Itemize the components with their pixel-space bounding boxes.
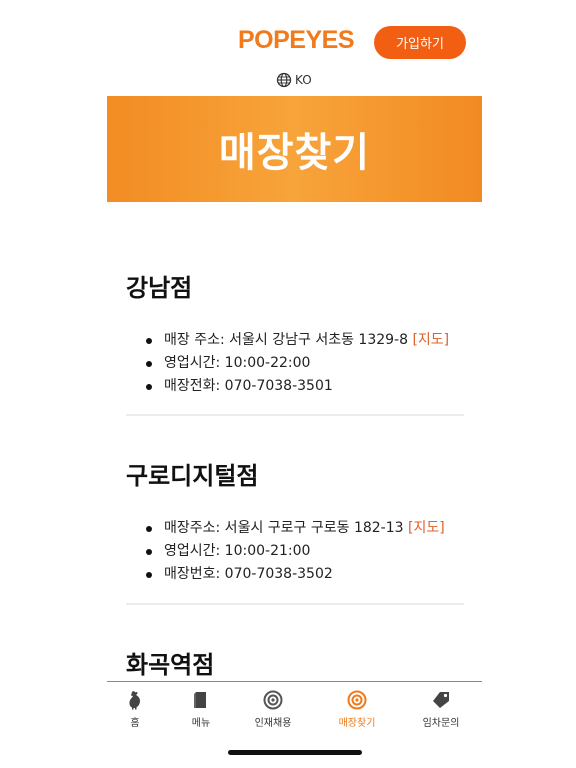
store-phone[interactable]: 매장전화: 070-7038-3501 (146, 375, 449, 398)
bottom-tab-bar: 홈 메뉴 인재채용 매장찾기 임차문의 (107, 681, 482, 731)
page-title: 매장찾기 (218, 130, 371, 176)
header: Popeyes 가입하기 (0, 0, 576, 70)
language-selector[interactable]: KO (276, 71, 312, 89)
store-address: 매장주소: 서울시 구로구 구로동 182-13 [지도] (146, 517, 445, 540)
store-phone[interactable]: 매장번호: 070-7038-3502 (146, 563, 445, 586)
bullet (146, 572, 152, 578)
store-details: 매장 주소: 서울시 강남구 서초동 1329-8 [지도] 영업시간: 10:… (146, 329, 449, 398)
store-section: 구로디지털점 (126, 456, 464, 491)
address-text: 매장주소: 서울시 구로구 구로동 182-13 (164, 520, 404, 536)
tab-lease-inquiry[interactable]: 임차문의 (401, 682, 481, 732)
tab-label: 인재채용 (254, 718, 292, 729)
store-section: 화곡역점 (126, 645, 464, 680)
page-banner: 매장찾기 (107, 96, 482, 202)
bullet (146, 526, 152, 532)
globe-icon (276, 72, 292, 88)
store-name: 강남점 (126, 274, 193, 302)
tab-label: 임차문의 (422, 718, 460, 729)
store-address: 매장 주소: 서울시 강남구 서초동 1329-8 [지도] (146, 329, 449, 352)
phone-text[interactable]: 매장전화: 070-7038-3501 (164, 378, 333, 394)
tab-menu[interactable]: 메뉴 (161, 682, 241, 732)
store-details: 매장주소: 서울시 구로구 구로동 182-13 [지도] 영업시간: 10:0… (146, 517, 445, 586)
store-hours: 영업시간: 10:00-22:00 (146, 352, 449, 375)
map-link[interactable]: [지도] (412, 332, 449, 348)
home-indicator[interactable] (228, 750, 362, 755)
join-button[interactable]: 가입하기 (374, 26, 466, 59)
tab-recruit[interactable]: 인재채용 (233, 682, 313, 732)
store-name: 화곡역점 (126, 651, 215, 679)
phone-text[interactable]: 매장번호: 070-7038-3502 (164, 566, 333, 582)
bullet (146, 338, 152, 344)
tab-label: 홈 (130, 718, 140, 729)
popeyes-logo[interactable]: Popeyes (238, 26, 355, 55)
bullet (146, 549, 152, 555)
chicken-icon (124, 690, 146, 710)
hours-text: 영업시간: 10:00-22:00 (164, 355, 311, 371)
recruit-icon (262, 690, 284, 710)
menu-book-icon (190, 690, 212, 710)
tab-store-locator[interactable]: 매장찾기 (317, 682, 397, 732)
divider (126, 603, 464, 605)
language-code: KO (295, 73, 312, 87)
divider (126, 414, 464, 416)
map-link[interactable]: [지도] (408, 520, 445, 536)
tab-label: 매장찾기 (338, 718, 376, 729)
tag-icon (430, 690, 452, 710)
bullet (146, 384, 152, 390)
address-text: 매장 주소: 서울시 강남구 서초동 1329-8 (164, 332, 408, 348)
store-name: 구로디지털점 (126, 462, 259, 490)
tab-label: 메뉴 (191, 718, 211, 729)
store-hours: 영업시간: 10:00-21:00 (146, 540, 445, 563)
bullet (146, 361, 152, 367)
hours-text: 영업시간: 10:00-21:00 (164, 543, 311, 559)
store-locator-icon (346, 690, 368, 710)
store-section: 강남점 (126, 268, 464, 303)
